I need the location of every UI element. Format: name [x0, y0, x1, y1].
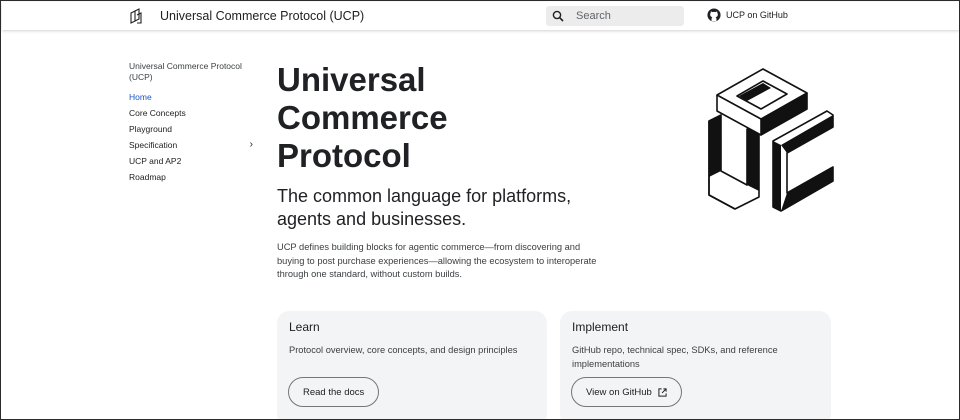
sidebar-item-roadmap[interactable]: Roadmap [129, 169, 253, 185]
card-title: Learn [289, 320, 320, 334]
search-icon [552, 10, 564, 22]
sidebar-nav: Universal Commerce Protocol (UCP) Home C… [129, 61, 253, 185]
sidebar-item-label: Core Concepts [129, 108, 186, 118]
site-title[interactable]: Universal Commerce Protocol (UCP) [160, 9, 364, 23]
github-link-label: UCP on GitHub [726, 10, 788, 20]
button-label: View on GitHub [586, 386, 652, 398]
sidebar-item-playground[interactable]: Playground [129, 121, 253, 137]
external-link-icon [658, 387, 667, 397]
github-link[interactable]: UCP on GitHub [707, 8, 788, 22]
learn-card: Learn Protocol overview, core concepts, … [277, 311, 547, 419]
ucp-isometric-logo [708, 68, 834, 212]
sidebar-item-specification[interactable]: Specification › [129, 137, 253, 153]
button-label: Read the docs [303, 386, 365, 398]
page-title-line: Commerce [277, 99, 448, 136]
view-on-github-button[interactable]: View on GitHub [571, 377, 682, 407]
card-text: GitHub repo, technical spec, SDKs, and r… [572, 345, 778, 369]
card-title: Implement [572, 320, 629, 334]
page-title-line: Protocol [277, 137, 411, 174]
sidebar-item-label: UCP and AP2 [129, 156, 182, 166]
sidebar-item-home[interactable]: Home [129, 89, 253, 105]
hero-subtitle: The common language for platforms, agent… [277, 186, 572, 229]
card-text: Protocol overview, core concepts, and de… [289, 345, 518, 355]
chevron-right-icon[interactable]: › [250, 140, 253, 150]
implement-card: Implement GitHub repo, technical spec, S… [560, 311, 831, 419]
read-the-docs-button[interactable]: Read the docs [288, 377, 380, 407]
sidebar-item-label: Roadmap [129, 172, 166, 182]
sidebar-item-label: Playground [129, 124, 173, 134]
hero-description: UCP defines building blocks for agentic … [277, 242, 597, 279]
github-icon [707, 8, 721, 22]
page-title-line: Universal [277, 61, 426, 98]
page-frame: Universal Commerce Protocol (UCP) Search… [0, 0, 960, 420]
ucp-logo-icon[interactable] [128, 8, 144, 24]
top-header: Universal Commerce Protocol (UCP) Search… [2, 2, 959, 30]
page-title: Universal Commerce Protocol [277, 61, 537, 175]
search-input[interactable]: Search [546, 6, 684, 26]
sidebar-item-label: Home [129, 92, 152, 102]
search-placeholder: Search [576, 10, 611, 22]
sidebar-item-core-concepts[interactable]: Core Concepts [129, 105, 253, 121]
sidebar-item-ucp-and-ap2[interactable]: UCP and AP2 [129, 153, 253, 169]
sidebar-item-label: Specification [129, 140, 178, 150]
sidebar-title[interactable]: Universal Commerce Protocol (UCP) [129, 61, 253, 83]
